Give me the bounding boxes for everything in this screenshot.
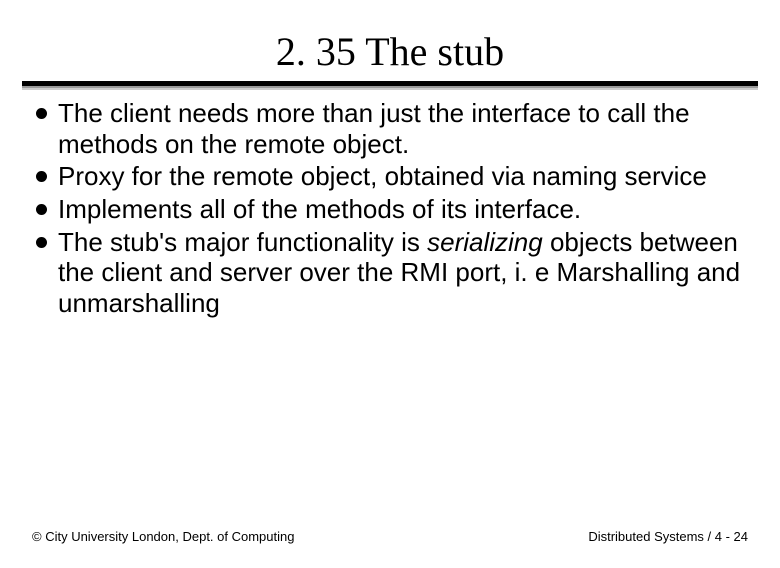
footer-right: Distributed Systems / 4 - 24 [588, 529, 748, 544]
bullet-list: The client needs more than just the inte… [32, 98, 748, 319]
list-item: The client needs more than just the inte… [32, 98, 748, 159]
list-item: Proxy for the remote object, obtained vi… [32, 161, 748, 192]
list-item: Implements all of the methods of its int… [32, 194, 748, 225]
bullet-text: The client needs more than just the inte… [58, 98, 690, 159]
list-item: The stub's major functionality is serial… [32, 227, 748, 319]
slide-title: 2. 35 The stub [0, 28, 780, 75]
slide-content: The client needs more than just the inte… [0, 98, 780, 319]
bullet-text-em: serializing [427, 227, 543, 257]
footer-left: © City University London, Dept. of Compu… [32, 529, 294, 544]
bullet-text-pre: The stub's major functionality is [58, 227, 427, 257]
bullet-text: Proxy for the remote object, obtained vi… [58, 161, 707, 191]
slide-footer: © City University London, Dept. of Compu… [0, 529, 780, 544]
title-divider [22, 81, 758, 86]
bullet-text: Implements all of the methods of its int… [58, 194, 581, 224]
